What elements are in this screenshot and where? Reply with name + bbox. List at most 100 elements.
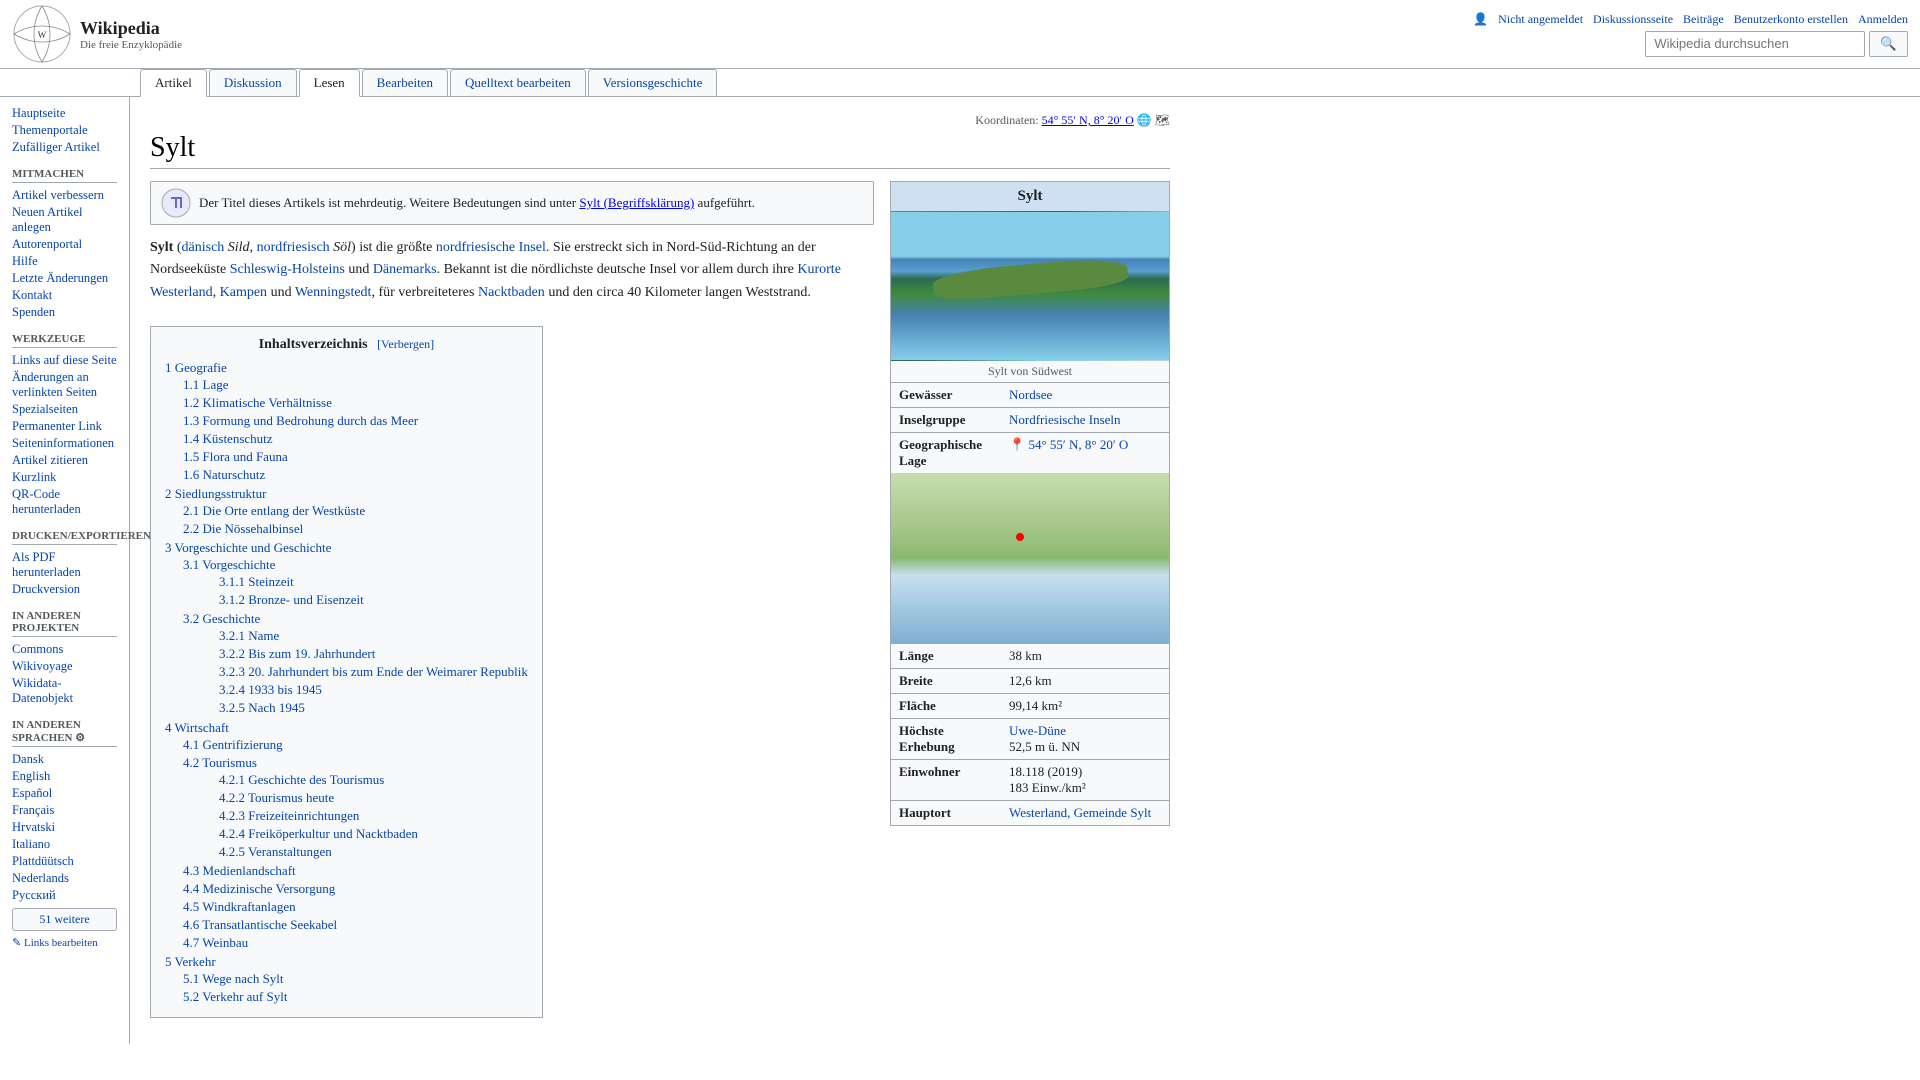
toc-link-4-7[interactable]: 4.7 Weinbau — [183, 935, 248, 950]
nordfriesisch-link[interactable]: nordfriesisch — [257, 240, 330, 255]
sidebar-item-wikivoyage[interactable]: Wikivoyage — [12, 658, 117, 675]
toc-link-1-1[interactable]: 1.1 Lage — [183, 377, 228, 392]
toc-link-3[interactable]: 3 Vorgeschichte und Geschichte — [165, 540, 331, 555]
toc-link-4-3[interactable]: 4.3 Medienlandschaft — [183, 863, 296, 878]
toc-link-1-3[interactable]: 1.3 Formung und Bedrohung durch das Meer — [183, 413, 418, 428]
toc-link-4-4[interactable]: 4.4 Medizinische Versorgung — [183, 881, 335, 896]
toc-link-4-2-3[interactable]: 4.2.3 Freizeiteinrichtungen — [219, 808, 359, 823]
toc-link-4-2-1[interactable]: 4.2.1 Geschichte des Tourismus — [219, 772, 384, 787]
toc-link-3-2-1[interactable]: 3.2.1 Name — [219, 628, 279, 643]
search-button[interactable]: 🔍 — [1869, 31, 1908, 57]
tab-artikel[interactable]: Artikel — [140, 69, 207, 97]
infobox-row-gewaesser: Gewässer Nordsee — [891, 382, 1169, 407]
sidebar-item-zufaellig[interactable]: Zufälliger Artikel — [12, 139, 117, 156]
sidebar-item-links-auf-seite[interactable]: Links auf diese Seite — [12, 352, 117, 369]
toc-link-5-2[interactable]: 5.2 Verkehr auf Sylt — [183, 989, 287, 1004]
sidebar-item-kontakt[interactable]: Kontakt — [12, 287, 117, 304]
toc-link-1-4[interactable]: 1.4 Küstenschutz — [183, 431, 273, 446]
wenningstedt-link[interactable]: Wenningstedt — [295, 285, 372, 300]
toc-hide-button[interactable]: [Verbergen] — [377, 337, 434, 351]
toc-link-3-2-3[interactable]: 3.2.3 20. Jahrhundert bis zum Ende der W… — [219, 664, 528, 679]
sidebar-item-druckversion[interactable]: Druckversion — [12, 581, 117, 598]
sidebar-item-aenderungen-verlinkten[interactable]: Änderungen an verlinkten Seiten — [12, 369, 117, 401]
discussion-link[interactable]: Diskussionsseite — [1593, 12, 1673, 27]
daenisch-link[interactable]: dänisch — [182, 240, 225, 255]
westerland-link[interactable]: Westerland, Gemeinde Sylt — [1009, 805, 1151, 820]
sidebar-item-hilfe[interactable]: Hilfe — [12, 253, 117, 270]
nordfriesische-insel-link[interactable]: nordfriesische Insel — [436, 240, 546, 255]
geolage-link[interactable]: 54° 55′ N, 8° 20′ O — [1028, 437, 1128, 452]
sidebar-item-hauptseite[interactable]: Hauptseite — [12, 105, 117, 122]
search-input[interactable] — [1645, 31, 1865, 57]
sidebar-item-dansk[interactable]: Dansk — [12, 751, 117, 768]
tab-lesen[interactable]: Lesen — [299, 69, 360, 97]
tab-quelltext[interactable]: Quelltext bearbeiten — [450, 69, 586, 96]
sidebar-item-plattduutsch[interactable]: Plattdüütsch — [12, 853, 117, 870]
tab-diskussion[interactable]: Diskussion — [209, 69, 297, 96]
toc-link-1-5[interactable]: 1.5 Flora und Fauna — [183, 449, 288, 464]
sidebar-item-neuen-artikel[interactable]: Neuen Artikel anlegen — [12, 204, 117, 236]
sidebar-item-nederlands[interactable]: Nederlands — [12, 870, 117, 887]
toc-link-1-6[interactable]: 1.6 Naturschutz — [183, 467, 265, 482]
coordinates-link[interactable]: 54° 55′ N, 8° 20′ O — [1042, 113, 1134, 127]
toc-link-3-1-2[interactable]: 3.1.2 Bronze- und Eisenzeit — [219, 592, 364, 607]
toc-link-3-2-5[interactable]: 3.2.5 Nach 1945 — [219, 700, 305, 715]
sidebar-item-artikel-verbessern[interactable]: Artikel verbessern — [12, 187, 117, 204]
toc-link-1[interactable]: 1 Geografie — [165, 360, 227, 375]
toc-link-4-6[interactable]: 4.6 Transatlantische Seekabel — [183, 917, 337, 932]
daenemarks-link[interactable]: Dänemarks — [373, 262, 437, 277]
sidebar-item-letzte-aenderungen[interactable]: Letzte Änderungen — [12, 270, 117, 287]
sidebar-item-qr-code[interactable]: QR-Code herunterladen — [12, 486, 117, 518]
tab-bearbeiten[interactable]: Bearbeiten — [362, 69, 448, 96]
uwe-duene-link[interactable]: Uwe-Düne — [1009, 723, 1066, 738]
sidebar-item-italiano[interactable]: Italiano — [12, 836, 117, 853]
kampen-link[interactable]: Kampen — [220, 285, 267, 300]
sidebar-item-commons[interactable]: Commons — [12, 641, 117, 658]
sidebar-item-kurzlink[interactable]: Kurzlink — [12, 469, 117, 486]
toc-link-2-1[interactable]: 2.1 Die Orte entlang der Westküste — [183, 503, 365, 518]
toc-link-1-2[interactable]: 1.2 Klimatische Verhältnisse — [183, 395, 332, 410]
sidebar-item-spezialseiten[interactable]: Spezialseiten — [12, 401, 117, 418]
toc-link-5-1[interactable]: 5.1 Wege nach Sylt — [183, 971, 284, 986]
toc-link-4-5[interactable]: 4.5 Windkraftanlagen — [183, 899, 296, 914]
toc-link-3-1[interactable]: 3.1 Vorgeschichte — [183, 557, 275, 572]
sidebar-item-artikel-zitieren[interactable]: Artikel zitieren — [12, 452, 117, 469]
sidebar-item-russki[interactable]: Русский — [12, 887, 117, 904]
toc-link-3-2-2[interactable]: 3.2.2 Bis zum 19. Jahrhundert — [219, 646, 375, 661]
sidebar-item-autorenportal[interactable]: Autorenportal — [12, 236, 117, 253]
sidebar-item-wikidata[interactable]: Wikidata-Datenobjekt — [12, 675, 117, 707]
toc-link-4[interactable]: 4 Wirtschaft — [165, 720, 229, 735]
sidebar-item-spenden[interactable]: Spenden — [12, 304, 117, 321]
toc-link-2[interactable]: 2 Siedlungsstruktur — [165, 486, 266, 501]
toc-link-5[interactable]: 5 Verkehr — [165, 954, 216, 969]
create-account-link[interactable]: Benutzerkonto erstellen — [1734, 12, 1848, 27]
sidebar-links-bearbeiten[interactable]: ✎ Links bearbeiten — [12, 935, 117, 950]
nordsee-link[interactable]: Nordsee — [1009, 387, 1052, 402]
sidebar-item-francais[interactable]: Français — [12, 802, 117, 819]
sidebar-item-english[interactable]: English — [12, 768, 117, 785]
disambig-link[interactable]: Sylt (Begriffsklärung) — [579, 195, 694, 210]
tab-versionsgeschichte[interactable]: Versionsgeschichte — [588, 69, 718, 96]
toc-link-4-2-2[interactable]: 4.2.2 Tourismus heute — [219, 790, 334, 805]
toc-link-4-2-4[interactable]: 4.2.4 Freiköperkultur und Nacktbaden — [219, 826, 418, 841]
not-logged-in[interactable]: Nicht angemeldet — [1498, 12, 1583, 27]
sidebar-item-seiteninformationen[interactable]: Seiteninformationen — [12, 435, 117, 452]
sidebar-item-hrvatski[interactable]: Hrvatski — [12, 819, 117, 836]
sidebar-more-languages-button[interactable]: 51 weitere — [12, 908, 117, 931]
contributions-link[interactable]: Beiträge — [1683, 12, 1724, 27]
schleswig-holstein-link[interactable]: Schleswig-Holsteins — [230, 262, 345, 277]
sidebar-item-pdf[interactable]: Als PDF herunterladen — [12, 549, 117, 581]
sidebar-item-espanol[interactable]: Español — [12, 785, 117, 802]
nacktbaden-link[interactable]: Nacktbaden — [478, 285, 545, 300]
toc-link-4-2-5[interactable]: 4.2.5 Veranstaltungen — [219, 844, 332, 859]
toc-link-3-2[interactable]: 3.2 Geschichte — [183, 611, 260, 626]
login-link[interactable]: Anmelden — [1858, 12, 1908, 27]
sidebar-item-permanenter-link[interactable]: Permanenter Link — [12, 418, 117, 435]
toc-link-3-1-1[interactable]: 3.1.1 Steinzeit — [219, 574, 294, 589]
sidebar-item-themenportale[interactable]: Themenportale — [12, 122, 117, 139]
toc-link-4-1[interactable]: 4.1 Gentrifizierung — [183, 737, 283, 752]
toc-link-3-2-4[interactable]: 3.2.4 1933 bis 1945 — [219, 682, 322, 697]
inselgruppe-link[interactable]: Nordfriesische Inseln — [1009, 412, 1121, 427]
toc-link-2-2[interactable]: 2.2 Die Nössehalbinsel — [183, 521, 303, 536]
toc-link-4-2[interactable]: 4.2 Tourismus — [183, 755, 257, 770]
